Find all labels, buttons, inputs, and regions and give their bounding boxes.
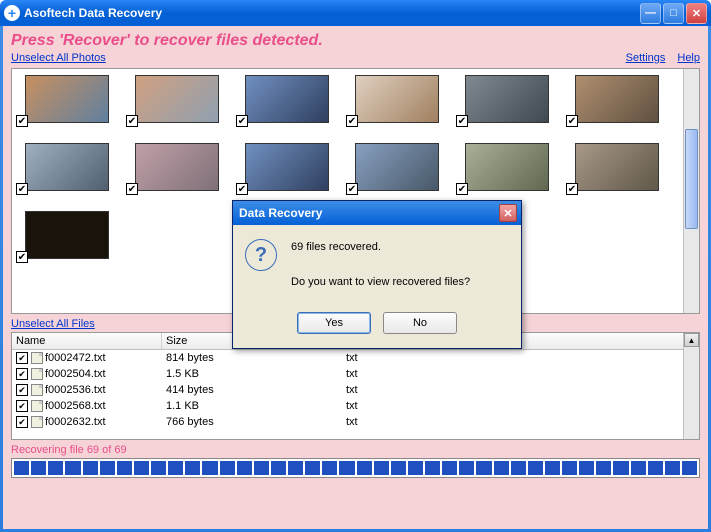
file-row[interactable]: ✔ f0002536.txt 414 bytes txt [12, 382, 683, 398]
close-button[interactable]: ✕ [686, 3, 707, 24]
dialog-titlebar: Data Recovery ✕ [233, 201, 521, 225]
file-ext: txt [342, 367, 482, 381]
file-table: Name Size Extension ✔f0002472.txt 814 by… [12, 333, 683, 439]
file-checkbox[interactable]: ✔ [16, 368, 28, 380]
photo-scrollbar[interactable] [683, 69, 699, 313]
photo-checkbox[interactable]: ✔ [126, 115, 138, 127]
photo-thumbnail[interactable]: ✔ [346, 143, 440, 191]
window-title: Asoftech Data Recovery [24, 6, 640, 20]
recovery-dialog: Data Recovery ✕ ? 69 files recovered. Do… [232, 200, 522, 349]
maximize-button[interactable]: □ [663, 3, 684, 24]
photo-checkbox[interactable]: ✔ [16, 183, 28, 195]
dialog-body: ? 69 files recovered. Do you want to vie… [233, 225, 521, 306]
photo-checkbox[interactable]: ✔ [456, 115, 468, 127]
titlebar: + Asoftech Data Recovery — □ ✕ [0, 0, 711, 26]
photo-checkbox[interactable]: ✔ [16, 251, 28, 263]
yes-button[interactable]: Yes [297, 312, 371, 334]
progress-bar [11, 458, 700, 478]
photo-checkbox[interactable]: ✔ [566, 115, 578, 127]
dialog-message-1: 69 files recovered. [291, 239, 470, 257]
settings-link[interactable]: Settings [626, 52, 666, 64]
minimize-button[interactable]: — [640, 3, 661, 24]
file-scrollbar[interactable]: ▲ [683, 333, 699, 439]
photo-thumbnail[interactable]: ✔ [236, 75, 330, 123]
window-controls: — □ ✕ [640, 3, 707, 24]
file-icon [31, 368, 43, 380]
dialog-close-button[interactable]: ✕ [499, 204, 517, 222]
file-icon [31, 416, 43, 428]
help-link[interactable]: Help [677, 52, 700, 64]
file-icon [31, 384, 43, 396]
scrollbar-thumb[interactable] [685, 129, 698, 229]
file-row[interactable]: ✔ f0002504.txt 1.5 KB txt [12, 366, 683, 382]
unselect-all-photos-link[interactable]: Unselect All Photos [11, 52, 106, 64]
file-size: 1.5 KB [162, 367, 342, 381]
photo-thumbnail[interactable]: ✔ [16, 75, 110, 123]
file-checkbox[interactable]: ✔ [16, 416, 28, 428]
top-link-row: Unselect All Photos Settings Help [3, 52, 708, 68]
file-name: f0002472.txt [45, 352, 106, 364]
file-checkbox[interactable]: ✔ [16, 352, 28, 364]
photo-thumbnail[interactable]: ✔ [16, 211, 110, 259]
file-row[interactable]: ✔ f0002568.txt 1.1 KB txt [12, 398, 683, 414]
file-ext: txt [342, 351, 482, 365]
photo-checkbox[interactable]: ✔ [236, 183, 248, 195]
file-size: 766 bytes [162, 415, 342, 429]
photo-checkbox[interactable]: ✔ [456, 183, 468, 195]
photo-thumbnail[interactable]: ✔ [126, 143, 220, 191]
photo-thumbnail[interactable]: ✔ [566, 143, 660, 191]
file-name: f0002568.txt [45, 400, 106, 412]
photo-thumbnail[interactable]: ✔ [566, 75, 660, 123]
photo-checkbox[interactable]: ✔ [16, 115, 28, 127]
photo-checkbox[interactable]: ✔ [346, 183, 358, 195]
no-button[interactable]: No [383, 312, 457, 334]
file-checkbox[interactable]: ✔ [16, 384, 28, 396]
photo-thumbnail[interactable]: ✔ [126, 75, 220, 123]
file-name: f0002504.txt [45, 368, 106, 380]
photo-checkbox[interactable]: ✔ [236, 115, 248, 127]
file-size: 414 bytes [162, 383, 342, 397]
file-size: 814 bytes [162, 351, 342, 365]
file-ext: txt [342, 399, 482, 413]
photo-thumbnail[interactable]: ✔ [456, 143, 550, 191]
column-name[interactable]: Name [12, 333, 162, 349]
file-icon [31, 352, 43, 364]
dialog-buttons: Yes No [233, 306, 521, 348]
file-ext: txt [342, 415, 482, 429]
unselect-all-files-link[interactable]: Unselect All Files [11, 318, 95, 330]
file-size: 1.1 KB [162, 399, 342, 413]
status-text: Recovering file 69 of 69 [3, 440, 708, 458]
photo-thumbnail[interactable]: ✔ [16, 143, 110, 191]
photo-checkbox[interactable]: ✔ [126, 183, 138, 195]
file-row[interactable]: ✔ f0002632.txt 766 bytes txt [12, 414, 683, 430]
dialog-text: 69 files recovered. Do you want to view … [291, 239, 470, 292]
photo-checkbox[interactable]: ✔ [566, 183, 578, 195]
dialog-message-2: Do you want to view recovered files? [291, 274, 470, 292]
dialog-title: Data Recovery [237, 206, 499, 220]
file-icon [31, 400, 43, 412]
file-name: f0002632.txt [45, 416, 106, 428]
photo-checkbox[interactable]: ✔ [346, 115, 358, 127]
photo-thumbnail[interactable]: ✔ [346, 75, 440, 123]
file-name: f0002536.txt [45, 384, 106, 396]
photo-thumbnail[interactable]: ✔ [236, 143, 330, 191]
app-icon: + [4, 5, 20, 21]
file-checkbox[interactable]: ✔ [16, 400, 28, 412]
file-row[interactable]: ✔ f0002472.txt 814 bytes txt [12, 350, 683, 366]
question-icon: ? [245, 239, 277, 271]
photo-thumbnail[interactable]: ✔ [456, 75, 550, 123]
scroll-up-icon[interactable]: ▲ [684, 333, 699, 347]
app-window: + Asoftech Data Recovery — □ ✕ Press 'Re… [0, 0, 711, 532]
file-ext: txt [342, 383, 482, 397]
instruction-text: Press 'Recover' to recover files detecte… [3, 26, 708, 52]
